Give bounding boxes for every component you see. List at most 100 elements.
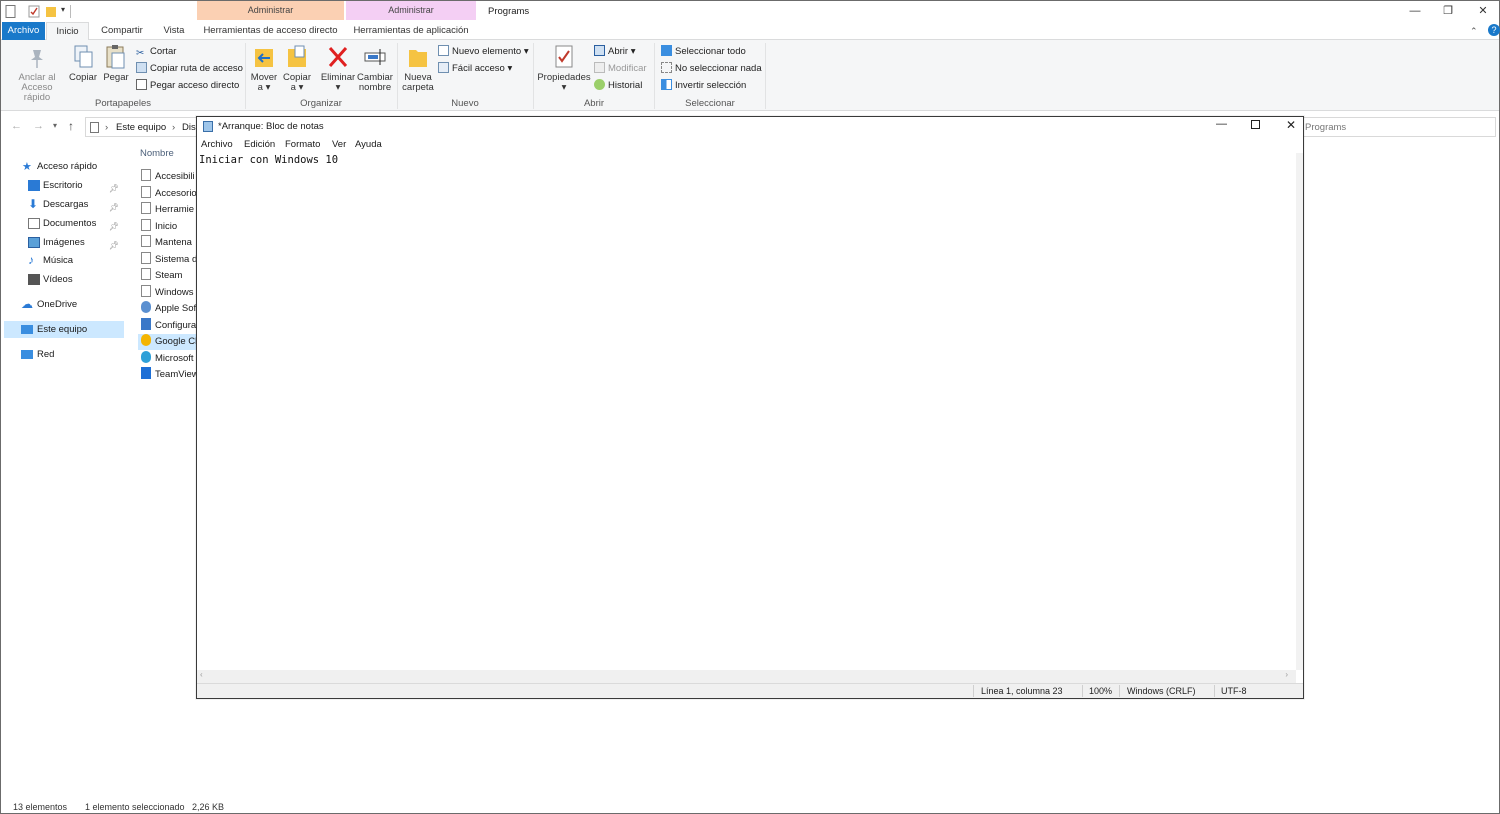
nav-musica[interactable]: ♪ Música <box>1 252 125 269</box>
close-icon[interactable]: ✕ <box>1286 118 1296 132</box>
nav-escritorio[interactable]: Escritorio 📌︎ <box>1 177 125 194</box>
nav-imagenes[interactable]: Imágenes 📌︎ <box>1 234 125 251</box>
nav-acceso-rapido[interactable]: ★ Acceso rápido <box>1 158 125 175</box>
copy-to-button[interactable]: Copiar a ▾ <box>282 44 312 93</box>
scroll-left-icon[interactable]: ‹ <box>200 670 203 679</box>
address-bar[interactable]: › Este equipo › Disc <box>85 117 200 137</box>
copy-path-button[interactable]: Copiar ruta de acceso <box>136 62 243 76</box>
horizontal-scrollbar[interactable]: ‹ › <box>197 670 1296 683</box>
restore-icon[interactable]: ❐ <box>1439 4 1457 18</box>
list-item-label: Apple Sof <box>155 303 197 314</box>
tab-compartir[interactable]: Compartir <box>94 22 150 40</box>
list-item[interactable]: Sistema d <box>141 251 201 268</box>
new-item-button[interactable]: Nuevo elemento ▾ <box>438 45 529 59</box>
list-item[interactable]: Apple Sof <box>141 301 201 317</box>
nav-videos[interactable]: Vídeos <box>1 271 125 288</box>
scissors-icon: ✂ <box>136 48 145 59</box>
delete-button[interactable]: Eliminar ▾ <box>320 44 356 93</box>
select-all-button[interactable]: Seleccionar todo <box>661 45 746 59</box>
list-item[interactable]: Mantena <box>141 235 201 251</box>
shortcut-file-icon <box>141 235 151 247</box>
maximize-icon[interactable] <box>1251 120 1260 129</box>
pin-icon: 📌︎ <box>108 203 119 212</box>
network-icon <box>21 350 33 359</box>
list-item[interactable]: Steam <box>141 268 201 284</box>
up-arrow-icon[interactable]: ↑ <box>68 119 74 133</box>
rename-button[interactable]: Cambiar nombre <box>357 44 393 93</box>
properties-button[interactable]: Propiedades ▾ <box>537 44 591 93</box>
back-arrow-icon[interactable]: ← <box>11 120 22 132</box>
move-to-button[interactable]: Mover a ▾ <box>250 44 278 93</box>
list-item[interactable]: TeamView <box>141 367 201 383</box>
list-item[interactable]: Configura <box>141 317 201 334</box>
search-box[interactable]: Programs <box>1295 117 1496 137</box>
list-item[interactable]: Inicio <box>141 218 201 235</box>
recent-dropdown-icon[interactable]: ▾ <box>53 121 57 130</box>
new-folder-button[interactable]: Nueva carpeta <box>401 44 435 93</box>
invert-selection-button[interactable]: Invertir selección <box>661 79 746 93</box>
forward-arrow-icon[interactable]: → <box>33 120 44 132</box>
menu-archivo[interactable]: Archivo <box>201 139 233 150</box>
nav-label: Vídeos <box>43 274 73 285</box>
new-item-label: Nuevo elemento <box>452 46 522 57</box>
divider <box>973 685 974 697</box>
list-item[interactable]: Google Cl <box>138 334 198 350</box>
minimize-icon[interactable]: — <box>1406 4 1424 18</box>
cut-button[interactable]: ✂ Cortar <box>136 45 176 59</box>
list-item[interactable]: Windows <box>141 284 201 301</box>
music-note-icon: ♪ <box>28 253 34 267</box>
rename-icon <box>364 49 386 65</box>
scroll-right-icon[interactable]: › <box>1285 670 1288 679</box>
title-bar: ▾ Administrar Administrar Programs — ❐ ✕ <box>1 1 1499 22</box>
breadcrumb-este-equipo[interactable]: Este equipo <box>116 122 166 133</box>
delete-label: Eliminar <box>320 72 356 83</box>
list-item[interactable]: Herramie <box>141 202 201 218</box>
nav-label: OneDrive <box>37 299 78 310</box>
help-icon[interactable]: ? <box>1488 24 1500 36</box>
nav-red[interactable]: Red <box>1 346 125 363</box>
vertical-scrollbar[interactable] <box>1296 153 1303 670</box>
properties-icon[interactable] <box>5 5 17 18</box>
minimize-icon[interactable]: — <box>1216 118 1227 130</box>
chevron-right-icon: › <box>105 122 109 133</box>
ribbon-collapse-icon[interactable]: ⌃ <box>1470 26 1478 37</box>
nav-este-equipo[interactable]: Este equipo <box>4 321 124 338</box>
tab-herramientas-aplicacion[interactable]: Herramientas de aplicación <box>346 22 476 40</box>
menu-edicion[interactable]: Edición <box>244 139 275 150</box>
edit-button[interactable]: Modificar <box>594 62 647 76</box>
menu-ayuda[interactable]: Ayuda <box>355 139 382 150</box>
new-folder-icon[interactable] <box>45 5 57 18</box>
download-arrow-icon: ⬇ <box>28 197 39 211</box>
history-button[interactable]: Historial <box>594 79 642 93</box>
close-icon[interactable]: ✕ <box>1474 4 1492 18</box>
nav-descargas[interactable]: ⬇ Descargas 📌︎ <box>1 196 125 213</box>
quick-access-dropdown-icon[interactable]: ▾ <box>61 5 73 18</box>
list-item[interactable]: Microsoft <box>141 350 201 367</box>
nav-label: Imágenes <box>43 237 85 248</box>
tab-vista[interactable]: Vista <box>156 22 192 40</box>
select-all-label: Seleccionar todo <box>675 46 746 57</box>
check-icon[interactable] <box>28 5 40 18</box>
nav-onedrive[interactable]: ☁ OneDrive <box>1 296 125 313</box>
nav-documentos[interactable]: Documentos 📌︎ <box>1 215 125 232</box>
notepad-window: *Arranque: Bloc de notas — ✕ Archivo Edi… <box>196 116 1304 699</box>
select-none-button[interactable]: No seleccionar nada <box>661 62 762 76</box>
properties-label: Propiedades <box>537 72 591 83</box>
notepad-text-area[interactable]: Iniciar con Windows 10 <box>199 154 338 166</box>
list-item[interactable]: Accesibili <box>141 169 201 185</box>
list-item[interactable]: Accesorio <box>141 185 201 202</box>
paste-shortcut-icon <box>136 79 147 90</box>
column-header-nombre[interactable]: Nombre <box>140 148 174 159</box>
tab-herramientas-acceso-directo[interactable]: Herramientas de acceso directo <box>197 22 344 40</box>
tab-archivo[interactable]: Archivo <box>2 22 45 40</box>
list-item-label: Accesorio <box>155 187 197 199</box>
menu-formato[interactable]: Formato <box>285 139 320 150</box>
pin-quick-access-button[interactable]: Anclar al Acceso rápido <box>7 44 67 103</box>
tab-inicio[interactable]: Inicio <box>46 22 89 41</box>
copy-button[interactable]: Copiar <box>67 44 99 83</box>
menu-ver[interactable]: Ver <box>332 139 346 150</box>
easy-access-button[interactable]: Fácil acceso ▾ <box>438 62 512 76</box>
open-button[interactable]: Abrir ▾ <box>594 45 635 59</box>
paste-button[interactable]: Pegar <box>102 44 130 83</box>
paste-shortcut-button[interactable]: Pegar acceso directo <box>136 79 239 93</box>
